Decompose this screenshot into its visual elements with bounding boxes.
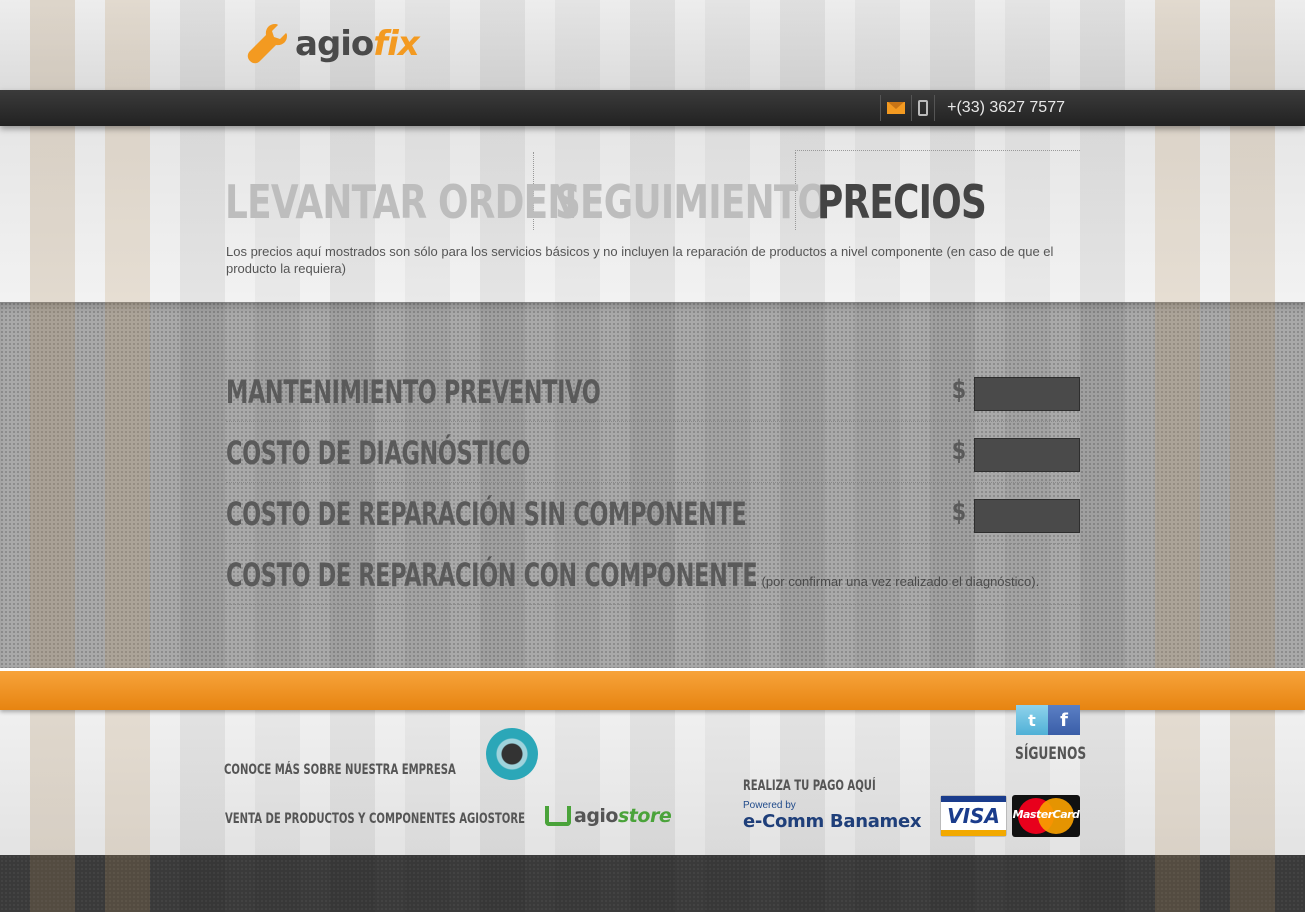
visa-label: VISA <box>947 804 1000 828</box>
divider <box>911 95 913 121</box>
contact-info: +(33) 3627 7577 <box>874 90 1065 126</box>
divider <box>880 95 882 121</box>
orange-divider <box>0 668 1305 710</box>
mastercard-icon: MasterCard <box>1012 795 1080 837</box>
brand-fix: fix <box>373 24 419 64</box>
brand-name: agiofix <box>295 24 420 64</box>
tab-seguimiento[interactable]: SEGUIMIENTO <box>555 158 828 230</box>
contact-bar: +(33) 3627 7577 <box>0 90 1305 126</box>
tab-levantar-orden[interactable]: LEVANTAR ORDEN <box>225 158 577 230</box>
diagnostic-price-field[interactable] <box>974 438 1080 472</box>
price-row: COSTO DE REPARACIÓN SIN COMPONENTE $ <box>226 482 1080 543</box>
wrench-icon <box>247 24 287 64</box>
follow-label: SÍGUENOS <box>1015 744 1087 764</box>
price-label: COSTO DE REPARACIÓN CON COMPONENTE (por c… <box>226 556 1039 594</box>
bottom-bar <box>0 855 1305 912</box>
price-note: (por confirmar una vez realizado el diag… <box>761 574 1040 589</box>
phone-number: +(33) 3627 7577 <box>947 99 1065 116</box>
divider <box>934 95 936 121</box>
dollar-sign: $ <box>951 436 967 466</box>
facebook-icon[interactable]: f <box>1048 705 1080 735</box>
tab-precios[interactable]: PRECIOS <box>817 158 987 230</box>
intro-text: Los precios aquí mostrados son sólo para… <box>226 244 1054 276</box>
social-links: t f <box>1016 705 1080 735</box>
banamex-logo[interactable]: Powered by e-Comm Banamex <box>743 800 922 832</box>
preventive-maintenance-price-field[interactable] <box>974 377 1080 411</box>
phone-icon <box>918 100 929 116</box>
store-brand-store: store <box>618 805 672 827</box>
mastercard-label: MasterCard <box>1012 808 1080 821</box>
visa-band-bottom <box>941 830 1006 836</box>
price-row: MANTENIMIENTO PREVENTIVO $ <box>226 360 1080 421</box>
repair-without-component-price-field[interactable] <box>974 499 1080 533</box>
agiostore-logo[interactable]: agiostore <box>545 805 672 827</box>
price-label: COSTO DE REPARACIÓN SIN COMPONENTE <box>226 495 747 533</box>
cart-icon <box>545 806 571 826</box>
dollar-sign: $ <box>951 497 967 527</box>
bank-name: e-Comm Banamex <box>743 811 922 832</box>
brand-agio: agio <box>295 24 374 64</box>
tab-bar: LEVANTAR ORDEN SEGUIMIENTO PRECIOS <box>225 150 1080 230</box>
header-band <box>0 0 1305 90</box>
price-row: COSTO DE DIAGNÓSTICO $ <box>226 421 1080 482</box>
footer <box>0 710 1305 855</box>
price-label-text: COSTO DE REPARACIÓN CON COMPONENTE <box>226 556 758 594</box>
agiostore-name: agiostore <box>574 805 672 827</box>
store-link[interactable]: VENTA DE PRODUCTOS Y COMPONENTES AGIOSTO… <box>225 811 525 827</box>
company-logo-icon[interactable] <box>486 728 538 780</box>
store-brand-agio: agio <box>574 805 619 827</box>
twitter-icon[interactable]: t <box>1016 705 1048 735</box>
price-label: MANTENIMIENTO PREVENTIVO <box>226 373 601 411</box>
agiofix-logo[interactable]: agiofix <box>245 18 420 70</box>
company-link[interactable]: CONOCE MÁS SOBRE NUESTRA EMPRESA <box>224 762 456 778</box>
active-tab-border <box>795 150 1080 151</box>
price-label: COSTO DE DIAGNÓSTICO <box>226 434 531 472</box>
mail-icon[interactable] <box>887 102 906 114</box>
powered-by: Powered by <box>743 800 796 811</box>
price-row: COSTO DE REPARACIÓN CON COMPONENTE (por c… <box>226 543 1080 605</box>
dollar-sign: $ <box>951 375 967 405</box>
payment-title: REALIZA TU PAGO AQUÍ <box>743 778 876 794</box>
visa-icon: VISA <box>940 795 1007 837</box>
visa-band-top <box>941 796 1006 802</box>
price-list: MANTENIMIENTO PREVENTIVO $ COSTO DE DIAG… <box>226 360 1080 605</box>
